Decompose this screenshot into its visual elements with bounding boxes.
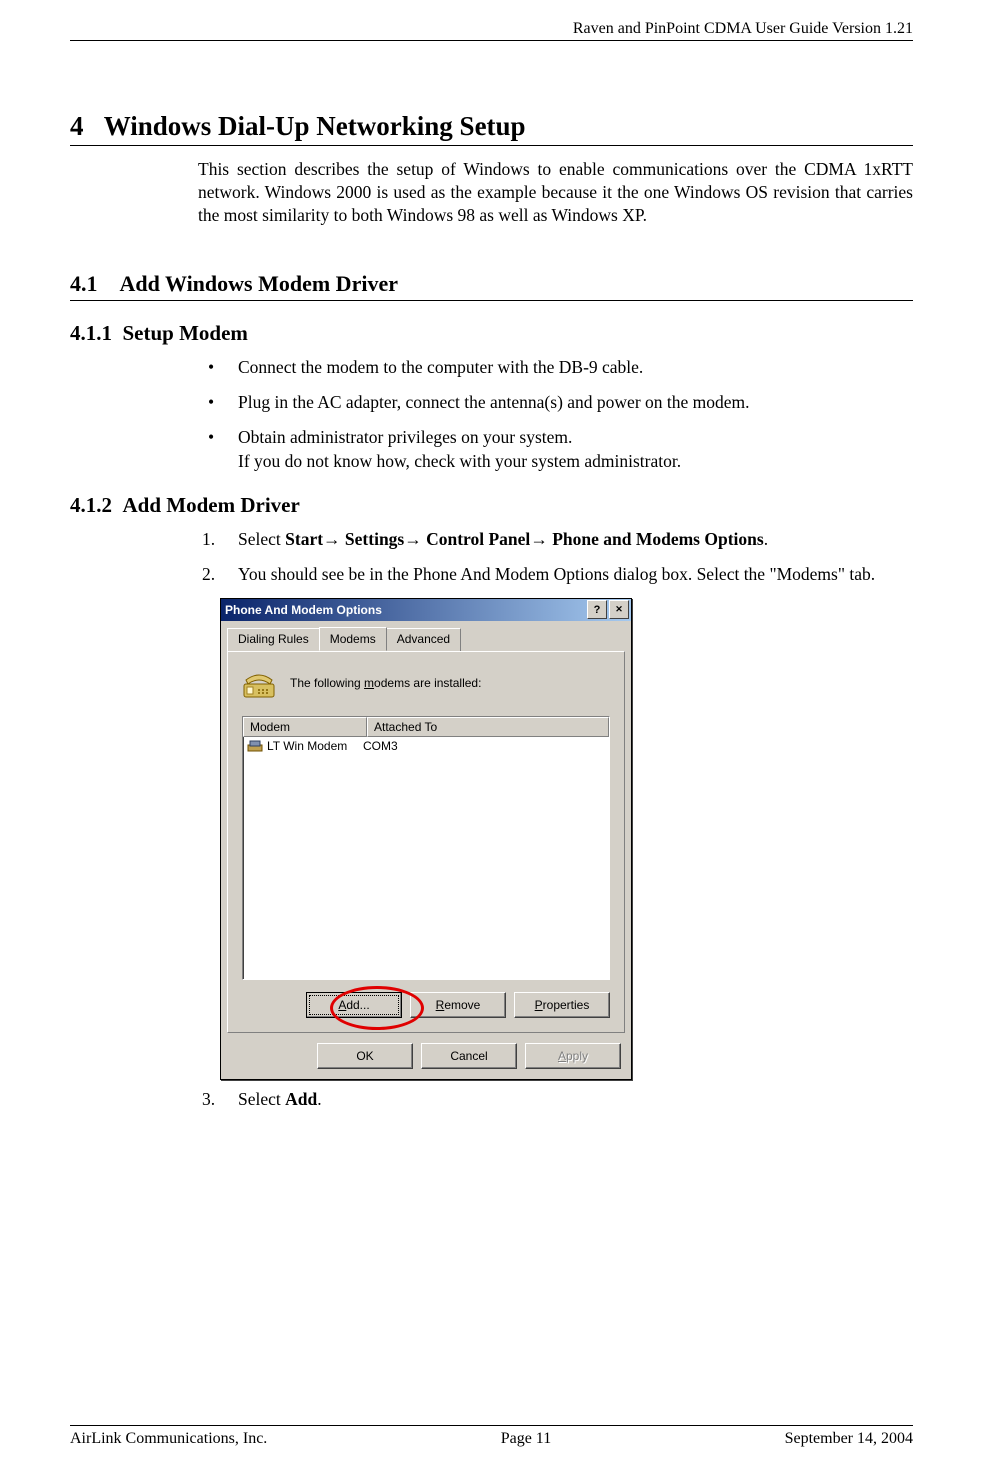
- subsub-number-a: 4.1.1: [70, 321, 112, 345]
- subsection-number: 4.1: [70, 271, 98, 296]
- dialog-screenshot: Phone And Modem Options ? ✕ Dialing Rule…: [220, 598, 632, 1080]
- column-modem[interactable]: Modem: [243, 717, 367, 737]
- subsection-title: Add Windows Modem Driver: [120, 271, 398, 296]
- help-button[interactable]: ?: [587, 600, 607, 619]
- bullet-list: Connect the modem to the computer with t…: [198, 356, 913, 472]
- dialog-footer: OK Cancel Apply: [221, 1039, 631, 1079]
- remove-button[interactable]: Remove: [410, 992, 506, 1018]
- list-item: Obtain administrator privileges on your …: [198, 426, 913, 472]
- phone-modem-dialog: Phone And Modem Options ? ✕ Dialing Rule…: [220, 598, 632, 1080]
- window-title: Phone And Modem Options: [225, 603, 585, 617]
- modem-port: COM3: [363, 739, 609, 753]
- footer-rule: [70, 1425, 913, 1426]
- modem-icon: [247, 739, 263, 753]
- footer-center: Page 11: [501, 1430, 552, 1448]
- ordered-steps-continued: Select Add.: [198, 1088, 913, 1111]
- close-icon: ✕: [615, 604, 623, 615]
- close-button[interactable]: ✕: [609, 600, 629, 619]
- subsub-heading-a: 4.1.1 Setup Modem: [70, 321, 913, 346]
- running-header: Raven and PinPoint CDMA User Guide Versi…: [70, 20, 913, 38]
- section-title: Windows Dial-Up Networking Setup: [104, 111, 526, 141]
- modem-name: LT Win Modem: [267, 739, 347, 753]
- intro-paragraph: This section describes the setup of Wind…: [198, 158, 913, 227]
- add-button[interactable]: Add...: [306, 992, 402, 1018]
- listview-header: Modem Attached To: [243, 717, 609, 737]
- subsub-title-b: Add Modem Driver: [123, 493, 300, 517]
- footer-right: September 14, 2004: [785, 1430, 913, 1448]
- ok-button[interactable]: OK: [317, 1043, 413, 1069]
- ordered-steps: Select Start→ Settings→ Control Panel→ P…: [198, 528, 913, 586]
- help-icon: ?: [594, 604, 601, 616]
- tab-advanced[interactable]: Advanced: [386, 628, 461, 652]
- section-number: 4: [70, 111, 84, 141]
- column-attached-to[interactable]: Attached To: [367, 717, 609, 737]
- tab-modems[interactable]: Modems: [319, 627, 387, 651]
- tab-dialing-rules[interactable]: Dialing Rules: [227, 628, 320, 652]
- cancel-button[interactable]: Cancel: [421, 1043, 517, 1069]
- footer-left: AirLink Communications, Inc.: [70, 1430, 267, 1448]
- list-item: Select Add.: [198, 1088, 913, 1111]
- modem-listview[interactable]: Modem Attached To LT Win Modem COM3: [242, 716, 610, 980]
- tab-body: The following modems are installed: Mode…: [227, 651, 625, 1033]
- titlebar: Phone And Modem Options ? ✕: [221, 599, 631, 621]
- list-item: Connect the modem to the computer with t…: [198, 356, 913, 379]
- section-heading: 4 Windows Dial-Up Networking Setup: [70, 111, 913, 146]
- info-text: The following modems are installed:: [290, 676, 481, 690]
- page-footer: AirLink Communications, Inc. Page 11 Sep…: [70, 1425, 913, 1448]
- phone-modem-icon: [242, 666, 276, 700]
- list-item: Plug in the AC adapter, connect the ante…: [198, 391, 913, 414]
- subsub-title-a: Setup Modem: [123, 321, 248, 345]
- subsub-number-b: 4.1.2: [70, 493, 112, 517]
- list-item: You should see be in the Phone And Modem…: [198, 563, 913, 586]
- subsection-heading: 4.1 Add Windows Modem Driver: [70, 271, 913, 301]
- list-item: Select Start→ Settings→ Control Panel→ P…: [198, 528, 913, 551]
- subsub-heading-b: 4.1.2 Add Modem Driver: [70, 493, 913, 518]
- tabs-row: Dialing Rules Modems Advanced: [221, 621, 631, 651]
- table-row[interactable]: LT Win Modem COM3: [243, 737, 609, 755]
- apply-button[interactable]: Apply: [525, 1043, 621, 1069]
- header-rule: [70, 40, 913, 41]
- properties-button[interactable]: Properties: [514, 992, 610, 1018]
